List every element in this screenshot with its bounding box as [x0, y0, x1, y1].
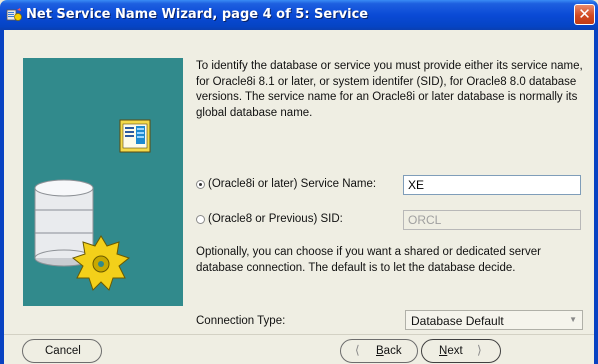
wizard-content: To identify the database or service you …: [4, 30, 594, 364]
connection-type-select[interactable]: Database Default ▼: [405, 310, 583, 330]
window-frame-right: [594, 30, 598, 364]
connection-type-label: Connection Type:: [196, 315, 286, 327]
sid-input[interactable]: [403, 210, 581, 230]
service-name-radio[interactable]: [196, 180, 205, 189]
next-button[interactable]: Next ⟩: [421, 339, 501, 363]
document-icon: [119, 119, 151, 153]
description-text: To identify the database or service you …: [196, 60, 583, 119]
database-icon: [34, 179, 94, 267]
back-label: Back: [376, 345, 402, 357]
wizard-illustration: [23, 58, 183, 306]
optional-text: Optionally, you can choose if you want a…: [196, 246, 541, 274]
service-name-input[interactable]: [403, 175, 581, 195]
service-name-label: (Oracle8i or later) Service Name:: [208, 178, 377, 190]
window-title: Net Service Name Wizard, page 4 of 5: Se…: [26, 7, 369, 22]
title-bar[interactable]: Net Service Name Wizard, page 4 of 5: Se…: [0, 0, 598, 30]
next-label: Next: [439, 345, 463, 357]
chevron-left-icon: ⟨: [355, 343, 360, 357]
wizard-icon: [6, 8, 22, 21]
chevron-down-icon: ▼: [569, 315, 577, 324]
footer-separator: [4, 334, 594, 335]
sid-radio[interactable]: [196, 215, 205, 224]
chevron-right-icon: ⟩: [477, 343, 482, 357]
cancel-button[interactable]: Cancel: [22, 339, 102, 363]
connection-type-value: Database Default: [411, 314, 504, 328]
back-button[interactable]: ⟨ Back: [340, 339, 418, 363]
close-icon[interactable]: ✕: [574, 4, 595, 25]
wizard-window: Net Service Name Wizard, page 4 of 5: Se…: [0, 0, 598, 364]
cancel-label: Cancel: [45, 345, 81, 357]
sid-label: (Oracle8 or Previous) SID:: [208, 213, 343, 225]
